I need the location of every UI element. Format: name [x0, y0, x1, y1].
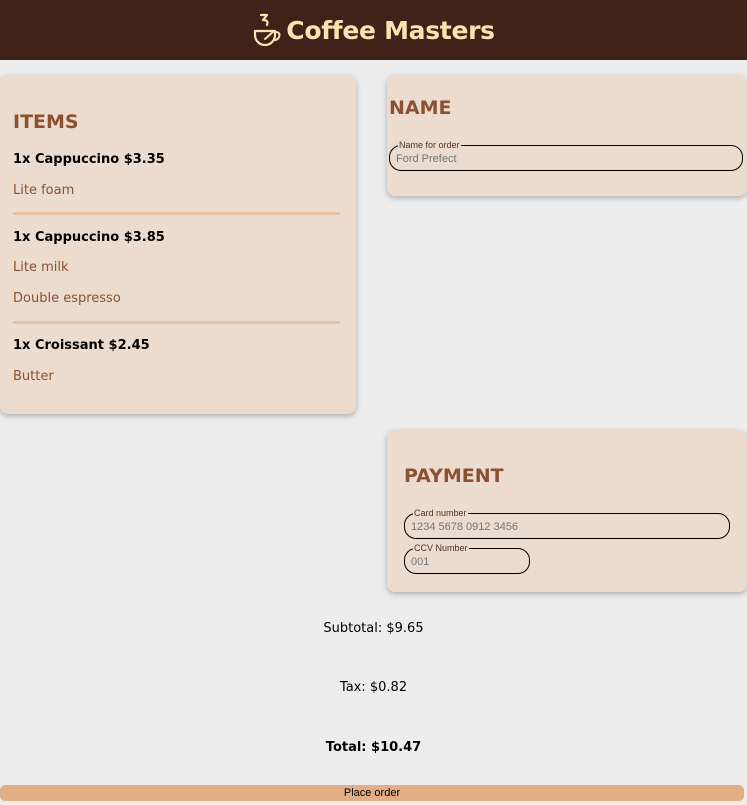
name-field-legend: Name for order [398, 139, 461, 151]
cart-item-name: 1x Croissant $2.45 [13, 338, 150, 353]
app-title: Coffee Masters [286, 15, 495, 45]
subtotal-text: Subtotal: $9.65 [323, 621, 424, 636]
cart-item-option: Lite milk [13, 260, 69, 275]
card-number-legend: Card number [413, 507, 468, 519]
ccv-number-input[interactable] [411, 555, 521, 569]
name-fieldset: Name for order [389, 139, 743, 171]
cart-item-name: 1x Cappuccino $3.85 [13, 230, 165, 245]
ccv-fieldset: CCV Number [404, 542, 530, 574]
tax-text: Tax: $0.82 [339, 680, 408, 695]
brand-logo[interactable]: Coffee Masters [252, 13, 495, 47]
name-card [387, 75, 747, 196]
item-divider [13, 212, 340, 215]
item-divider [13, 321, 340, 324]
top-header-bar: Coffee Masters [0, 0, 747, 60]
ccv-legend: CCV Number [413, 542, 469, 554]
payment-heading: PAYMENT [404, 465, 504, 487]
total-text: Total: $10.47 [325, 740, 422, 755]
cart-item-option: Lite foam [13, 183, 75, 198]
card-number-fieldset: Card number [404, 507, 730, 539]
items-heading: ITEMS [13, 111, 79, 133]
place-order-button[interactable]: Place order [0, 785, 744, 801]
name-for-order-input[interactable] [396, 152, 734, 166]
cart-item-option: Double espresso [13, 291, 121, 306]
card-number-input[interactable] [411, 520, 721, 534]
coffee-cup-icon [254, 13, 281, 47]
name-heading: NAME [389, 97, 452, 119]
cart-item-name: 1x Cappuccino $3.35 [13, 152, 165, 167]
cart-item-option: Butter [13, 369, 54, 384]
